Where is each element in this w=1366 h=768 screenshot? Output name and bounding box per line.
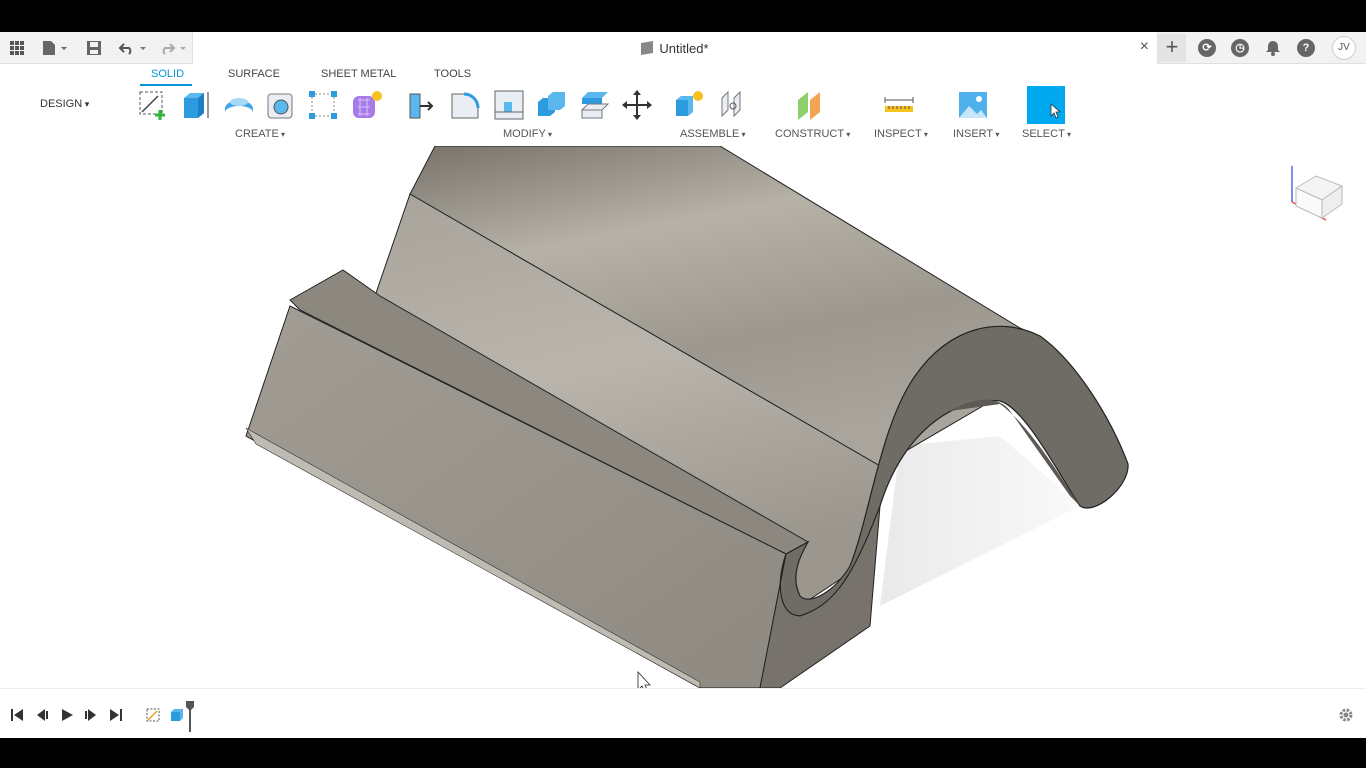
create-form-icon[interactable]	[350, 88, 384, 122]
play-icon[interactable]	[59, 707, 75, 723]
hole-icon[interactable]	[264, 88, 298, 122]
notifications-icon[interactable]	[1264, 39, 1282, 57]
new-component-icon[interactable]	[672, 88, 706, 122]
go-to-end-icon[interactable]	[108, 707, 124, 723]
insert-menu[interactable]: INSERT	[953, 128, 999, 140]
document-tab[interactable]: Untitled* ×	[192, 32, 1158, 64]
document-title: Untitled*	[193, 40, 1157, 56]
assemble-menu[interactable]: ASSEMBLE	[680, 128, 746, 140]
save-icon[interactable]	[86, 38, 102, 58]
joint-icon[interactable]	[716, 88, 750, 122]
timeline-bar	[0, 688, 1366, 738]
shell-icon[interactable]	[492, 88, 526, 122]
revolve-icon[interactable]	[222, 88, 256, 122]
press-pull-icon[interactable]	[404, 88, 438, 122]
select-icon[interactable]	[1027, 86, 1065, 124]
undo-icon[interactable]	[118, 38, 148, 58]
help-icon[interactable]: ?	[1297, 39, 1315, 57]
step-back-icon[interactable]	[34, 707, 50, 723]
step-forward-icon[interactable]	[83, 707, 99, 723]
active-tab-indicator	[140, 84, 192, 86]
plus-icon[interactable]: +	[1158, 34, 1186, 62]
letterbox-top	[0, 0, 1366, 32]
fusion-app-window: Untitled* × + ⟳ ◷ ? JV DESIGN SOLID SURF…	[0, 32, 1366, 738]
close-icon[interactable]: ×	[1140, 38, 1149, 56]
ribbon-toolbar: DESIGN SOLID SURFACE SHEET METAL TOOLS	[0, 64, 1366, 146]
tab-sheet-metal[interactable]: SHEET METAL	[321, 68, 396, 80]
inspect-menu[interactable]: INSPECT	[874, 128, 928, 140]
letterbox-bottom	[0, 738, 1366, 768]
pattern-icon[interactable]	[306, 88, 340, 122]
extensions-icon[interactable]: ⟳	[1198, 39, 1216, 57]
create-sketch-icon[interactable]	[136, 88, 170, 122]
extrude-icon[interactable]	[178, 88, 212, 122]
grid-icon[interactable]	[8, 38, 26, 58]
construct-menu[interactable]: CONSTRUCT	[775, 128, 850, 140]
fillet-icon[interactable]	[448, 88, 482, 122]
tab-tools[interactable]: TOOLS	[434, 68, 471, 80]
timeline-extrude-feature-icon[interactable]	[169, 707, 185, 723]
file-icon[interactable]	[40, 38, 70, 58]
insert-image-icon[interactable]	[956, 88, 990, 122]
tab-solid[interactable]: SOLID	[151, 68, 184, 80]
tab-surface[interactable]: SURFACE	[228, 68, 280, 80]
offset-plane-icon[interactable]	[794, 88, 828, 122]
timeline-sketch-feature-icon[interactable]	[145, 707, 161, 723]
canvas-viewport[interactable]	[0, 146, 1366, 688]
settings-gear-icon[interactable]	[1338, 707, 1354, 723]
mouse-cursor	[637, 670, 651, 688]
modify-menu[interactable]: MODIFY	[503, 128, 552, 140]
timeline-marker[interactable]	[186, 701, 194, 732]
go-to-start-icon[interactable]	[9, 707, 25, 723]
application-bar: Untitled* × + ⟳ ◷ ? JV	[0, 32, 1366, 64]
redo-icon[interactable]	[158, 38, 188, 58]
measure-icon[interactable]	[882, 88, 916, 122]
move-copy-icon[interactable]	[620, 88, 654, 122]
viewcube[interactable]	[1284, 162, 1344, 232]
phone-stand-model[interactable]	[0, 146, 1366, 688]
select-menu[interactable]: SELECT	[1022, 128, 1071, 140]
avatar[interactable]: JV	[1332, 36, 1356, 60]
document-cube-icon	[641, 40, 654, 56]
create-menu[interactable]: CREATE	[235, 128, 285, 140]
combine-icon[interactable]	[534, 88, 568, 122]
right-toolbar: + ⟳ ◷ ? JV	[1158, 32, 1366, 64]
offset-face-icon[interactable]	[578, 88, 612, 122]
job-status-icon[interactable]: ◷	[1231, 39, 1249, 57]
workspace-switcher[interactable]: DESIGN	[40, 98, 89, 110]
document-title-text: Untitled*	[659, 41, 709, 56]
